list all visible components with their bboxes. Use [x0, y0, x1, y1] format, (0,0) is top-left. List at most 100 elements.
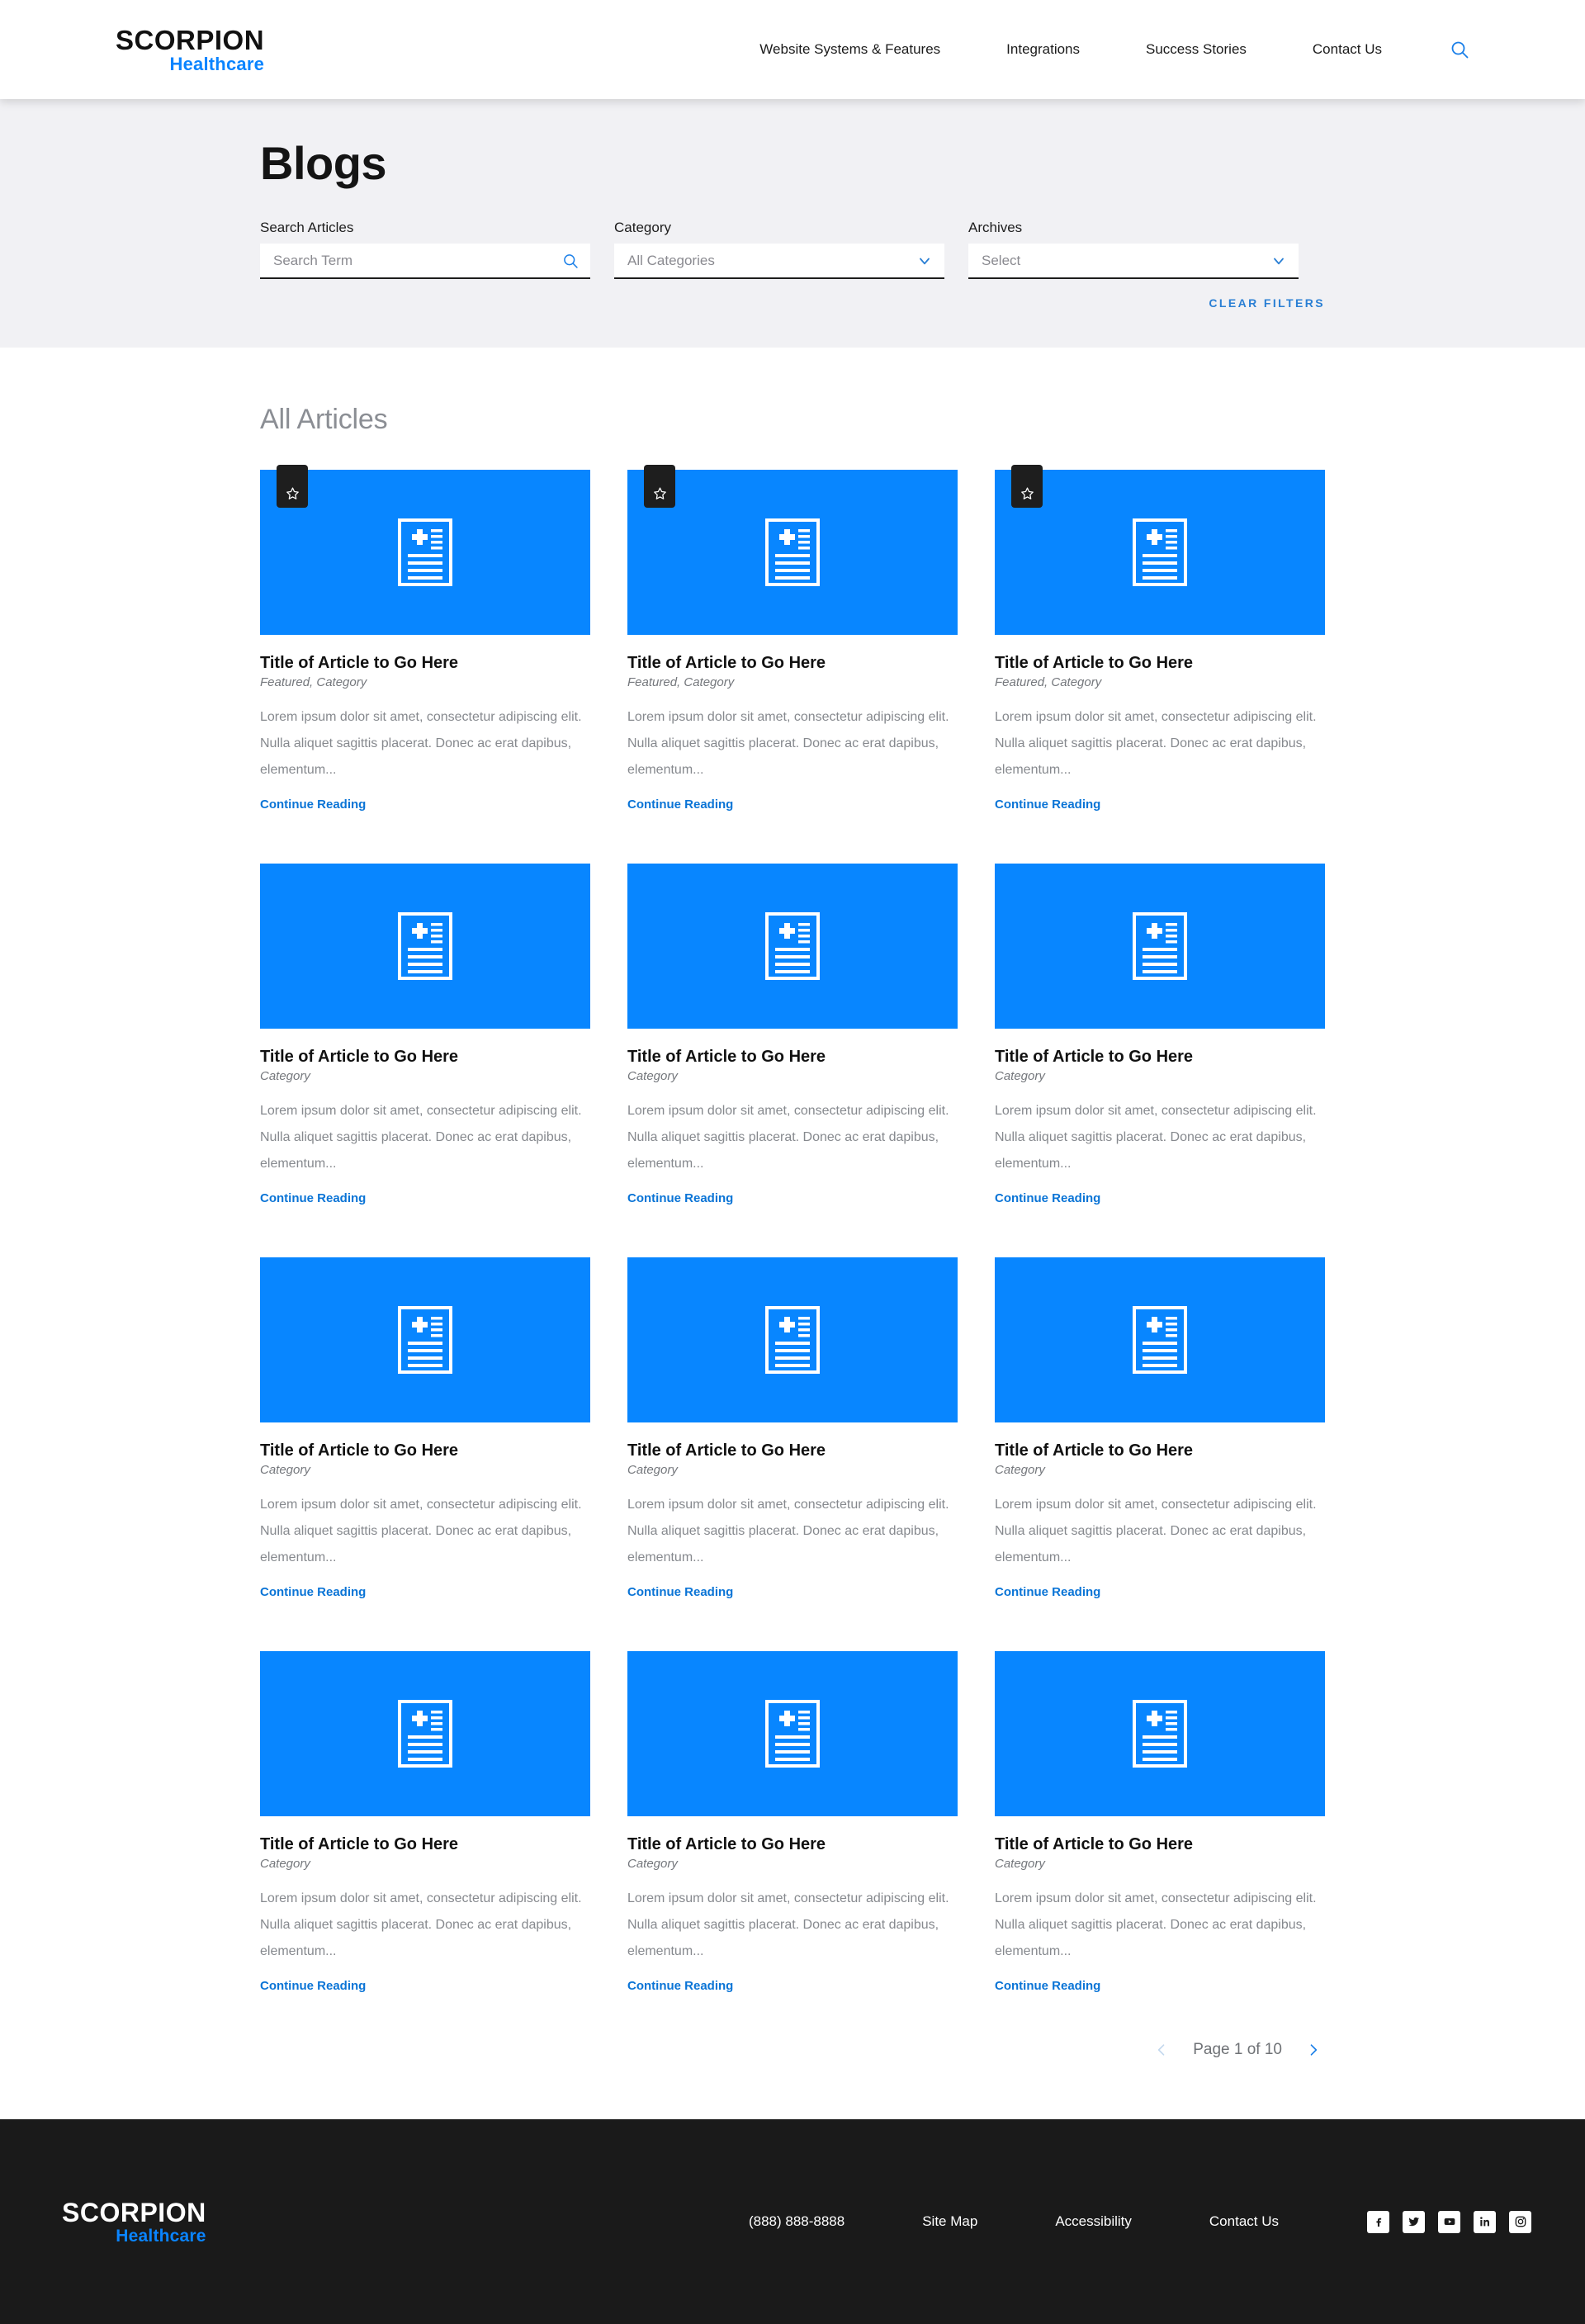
logo-subbrand: Healthcare [169, 53, 265, 74]
pagination-next-button[interactable] [1302, 2038, 1325, 2061]
featured-badge [277, 465, 308, 508]
main-navigation: Website Systems & Features Integrations … [726, 40, 1469, 59]
article-title[interactable]: Title of Article to Go Here [627, 1441, 958, 1460]
medical-document-icon [398, 1700, 452, 1768]
article-title[interactable]: Title of Article to Go Here [260, 653, 590, 673]
youtube-icon[interactable] [1438, 2210, 1460, 2233]
article-thumbnail[interactable] [260, 1257, 590, 1422]
article-card: Title of Article to Go Here Category Lor… [627, 1651, 958, 1994]
medical-document-icon [398, 518, 452, 586]
site-logo[interactable]: SCORPION Healthcare [116, 26, 264, 73]
article-title[interactable]: Title of Article to Go Here [995, 1047, 1325, 1067]
article-thumbnail[interactable] [995, 1257, 1325, 1422]
article-excerpt: Lorem ipsum dolor sit amet, consectetur … [260, 710, 582, 777]
article-title[interactable]: Title of Article to Go Here [627, 1834, 958, 1854]
star-icon [653, 487, 666, 499]
medical-document-icon [1133, 518, 1187, 586]
article-excerpt: Lorem ipsum dolor sit amet, consectetur … [995, 1891, 1317, 1958]
facebook-icon[interactable] [1367, 2210, 1389, 2233]
continue-reading-link[interactable]: Continue Reading [260, 1979, 366, 1993]
footer-phone-link[interactable]: (888) 888-8888 [710, 2213, 883, 2230]
article-title[interactable]: Title of Article to Go Here [995, 1834, 1325, 1854]
article-thumbnail[interactable] [627, 864, 958, 1029]
article-title[interactable]: Title of Article to Go Here [260, 1834, 590, 1854]
continue-reading-link[interactable]: Continue Reading [260, 1191, 366, 1205]
article-card: Title of Article to Go Here Category Lor… [627, 1257, 958, 1600]
article-thumbnail[interactable] [260, 465, 590, 635]
search-articles-field: Search Articles [260, 220, 590, 279]
site-footer: SCORPION Healthcare (888) 888-8888 Site … [0, 2119, 1585, 2324]
continue-reading-link[interactable]: Continue Reading [260, 798, 366, 812]
continue-reading-link[interactable]: Continue Reading [627, 798, 733, 812]
article-thumbnail[interactable] [260, 1651, 590, 1816]
article-thumbnail[interactable] [995, 465, 1325, 635]
medical-document-icon [765, 912, 820, 980]
continue-reading-link[interactable]: Continue Reading [627, 1191, 733, 1205]
site-header: SCORPION Healthcare Website Systems & Fe… [0, 0, 1585, 99]
search-icon [1451, 41, 1469, 59]
category-label: Category [614, 220, 671, 235]
footer-site-map-link[interactable]: Site Map [883, 2213, 1016, 2230]
article-card-grid: Title of Article to Go Here Featured, Ca… [260, 465, 1325, 1994]
article-meta: Category [995, 1857, 1045, 1871]
continue-reading-link[interactable]: Continue Reading [995, 1979, 1100, 1993]
nav-item-contact-us[interactable]: Contact Us [1280, 41, 1415, 58]
category-select[interactable]: All Categories [614, 244, 944, 279]
twitter-icon[interactable] [1403, 2210, 1425, 2233]
article-title[interactable]: Title of Article to Go Here [627, 1047, 958, 1067]
footer-contact-us-link[interactable]: Contact Us [1171, 2213, 1318, 2230]
continue-reading-link[interactable]: Continue Reading [995, 798, 1100, 812]
article-card: Title of Article to Go Here Category Lor… [260, 1651, 590, 1994]
article-thumbnail[interactable] [627, 1651, 958, 1816]
article-thumbnail[interactable] [627, 465, 958, 635]
continue-reading-link[interactable]: Continue Reading [995, 1585, 1100, 1599]
instagram-icon[interactable] [1509, 2210, 1531, 2233]
article-excerpt: Lorem ipsum dolor sit amet, consectetur … [995, 1104, 1317, 1171]
linkedin-icon[interactable] [1474, 2210, 1496, 2233]
continue-reading-link[interactable]: Continue Reading [627, 1585, 733, 1599]
article-card: Title of Article to Go Here Category Lor… [627, 864, 958, 1206]
article-excerpt: Lorem ipsum dolor sit amet, consectetur … [260, 1104, 582, 1171]
article-meta: Category [627, 1069, 678, 1083]
footer-navigation: (888) 888-8888 Site Map Accessibility Co… [710, 2210, 1531, 2233]
article-excerpt: Lorem ipsum dolor sit amet, consectetur … [627, 1498, 949, 1564]
archives-select[interactable]: Select [968, 244, 1299, 279]
medical-document-icon [1133, 1700, 1187, 1768]
article-meta: Category [627, 1463, 678, 1477]
footer-logo[interactable]: SCORPION Healthcare [62, 2199, 206, 2245]
footer-accessibility-link[interactable]: Accessibility [1016, 2213, 1171, 2230]
header-search-button[interactable] [1450, 40, 1469, 59]
medical-document-icon [398, 1306, 452, 1374]
search-input[interactable] [260, 244, 590, 277]
nav-item-integrations[interactable]: Integrations [973, 41, 1113, 58]
pagination-label: Page 1 of 10 [1193, 2041, 1282, 2058]
pagination-prev-button[interactable] [1150, 2038, 1173, 2061]
nav-item-website-systems[interactable]: Website Systems & Features [726, 41, 973, 58]
article-meta: Category [260, 1069, 310, 1083]
article-thumbnail[interactable] [995, 1651, 1325, 1816]
article-thumbnail[interactable] [995, 864, 1325, 1029]
footer-logo-wordmark: SCORPION [62, 2197, 206, 2227]
search-input-wrapper[interactable] [260, 244, 590, 279]
article-meta: Category [260, 1857, 310, 1871]
featured-badge [1011, 465, 1043, 508]
nav-item-success-stories[interactable]: Success Stories [1113, 41, 1280, 58]
clear-filters-link[interactable]: CLEAR FILTERS [1209, 296, 1325, 310]
category-field: Category All Categories [614, 220, 944, 279]
search-articles-label: Search Articles [260, 220, 354, 235]
article-title[interactable]: Title of Article to Go Here [627, 653, 958, 673]
continue-reading-link[interactable]: Continue Reading [260, 1585, 366, 1599]
article-excerpt: Lorem ipsum dolor sit amet, consectetur … [627, 1891, 949, 1958]
article-title[interactable]: Title of Article to Go Here [260, 1441, 590, 1460]
article-title[interactable]: Title of Article to Go Here [995, 1441, 1325, 1460]
medical-document-icon [765, 1306, 820, 1374]
article-title[interactable]: Title of Article to Go Here [260, 1047, 590, 1067]
page-title: Blogs [260, 137, 387, 189]
article-thumbnail[interactable] [627, 1257, 958, 1422]
article-meta: Category [260, 1463, 310, 1477]
continue-reading-link[interactable]: Continue Reading [627, 1979, 733, 1993]
article-title[interactable]: Title of Article to Go Here [995, 653, 1325, 673]
continue-reading-link[interactable]: Continue Reading [995, 1191, 1100, 1205]
article-meta: Category [627, 1857, 678, 1871]
article-thumbnail[interactable] [260, 864, 590, 1029]
